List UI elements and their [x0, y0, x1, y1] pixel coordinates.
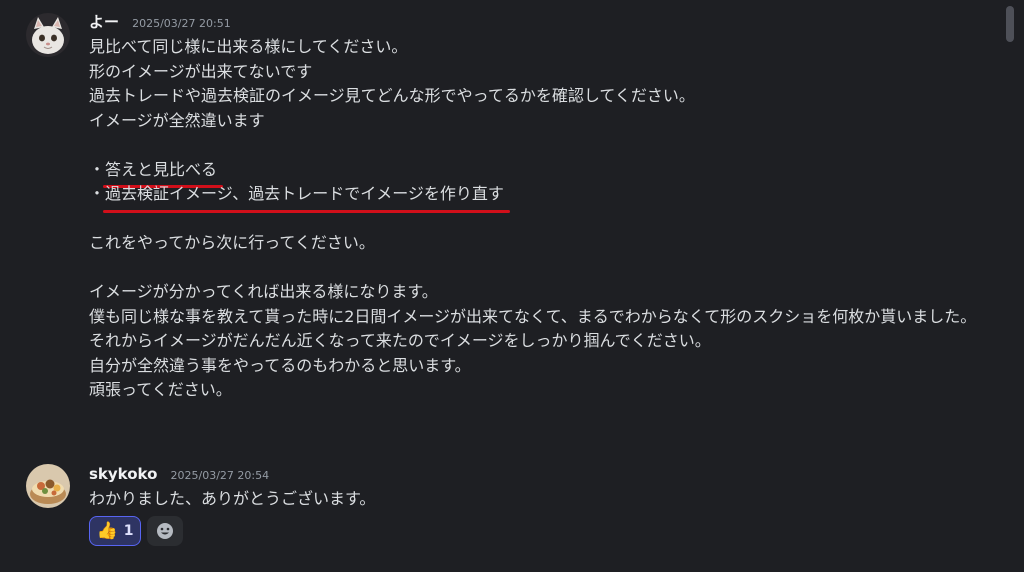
avatar[interactable]: [26, 13, 70, 57]
reactions-bar: 👍 1: [89, 516, 183, 546]
message-line: それからイメージがだんだん近くなって来たのでイメージをしっかり掴んでください。: [89, 331, 711, 350]
message-body: わかりました、ありがとうございます。: [89, 487, 989, 512]
message-line: イメージが分かってくれば出来る様になります。: [89, 282, 438, 301]
timestamp: 2025/03/27 20:54: [170, 469, 270, 482]
underlined-text: 答えと見比べる: [103, 158, 224, 188]
message-line: 形のイメージが出来てないです: [89, 61, 313, 81]
thumbs-up-icon: 👍: [96, 520, 118, 541]
chat-view: よー 2025/03/27 20:51 見比べて同じ様に出来る様にしてください。…: [0, 0, 1024, 572]
message-line: 自分が全然違う事をやってるのもわかると思います。: [89, 355, 471, 375]
message-line: 頑張ってください。: [89, 380, 232, 399]
message-line: イメージが全然違います: [89, 110, 265, 130]
bullet-mark: ・: [89, 159, 106, 179]
smiley-add-reaction-icon: [157, 523, 173, 539]
message-line: これをやってから次に行ってください。: [89, 233, 375, 252]
message-line: 過去トレードや過去検証のイメージ見てどんな形でやってるかを確認してください。: [89, 86, 695, 105]
message-body: 見比べて同じ様に出来る様にしてください。 形のイメージが出来てないです 過去トレ…: [89, 35, 989, 403]
message-line: 僕も同じ様な事を教えて貰った時に2日間イメージが出来てなくて、まるでわからなくて…: [89, 306, 977, 326]
reaction-count: 1: [123, 523, 134, 539]
message-line: 見比べて同じ様に出来る様にしてください。: [89, 37, 408, 56]
white-cat-avatar-icon: [26, 13, 70, 57]
food-bowl-avatar-icon: [26, 464, 70, 508]
timestamp: 2025/03/27 20:51: [132, 17, 231, 30]
red-underline-annotation: [103, 209, 510, 213]
avatar[interactable]: [26, 464, 70, 508]
reaction-thumbs-up[interactable]: 👍 1: [89, 516, 141, 546]
message-header: skykoko 2025/03/27 20:54: [89, 464, 269, 484]
message-header: よー 2025/03/27 20:51: [89, 12, 231, 32]
bullet-text: 過去検証イメージ、過去トレードでイメージを作り直す: [105, 184, 504, 203]
underlined-text: 過去検証イメージ、過去トレードでイメージを作り直す: [103, 182, 510, 213]
message-line: わかりました、ありがとうございます。: [89, 489, 376, 508]
bullet-item: ・答えと見比べる: [89, 158, 989, 188]
add-reaction-button[interactable]: [147, 516, 183, 546]
scrollbar-thumb[interactable]: [1006, 6, 1014, 42]
bullet-text: 答えと見比べる: [105, 159, 218, 179]
username[interactable]: skykoko: [89, 465, 157, 483]
bullet-item: ・過去検証イメージ、過去トレードでイメージを作り直す: [89, 182, 989, 213]
username[interactable]: よー: [89, 13, 119, 31]
